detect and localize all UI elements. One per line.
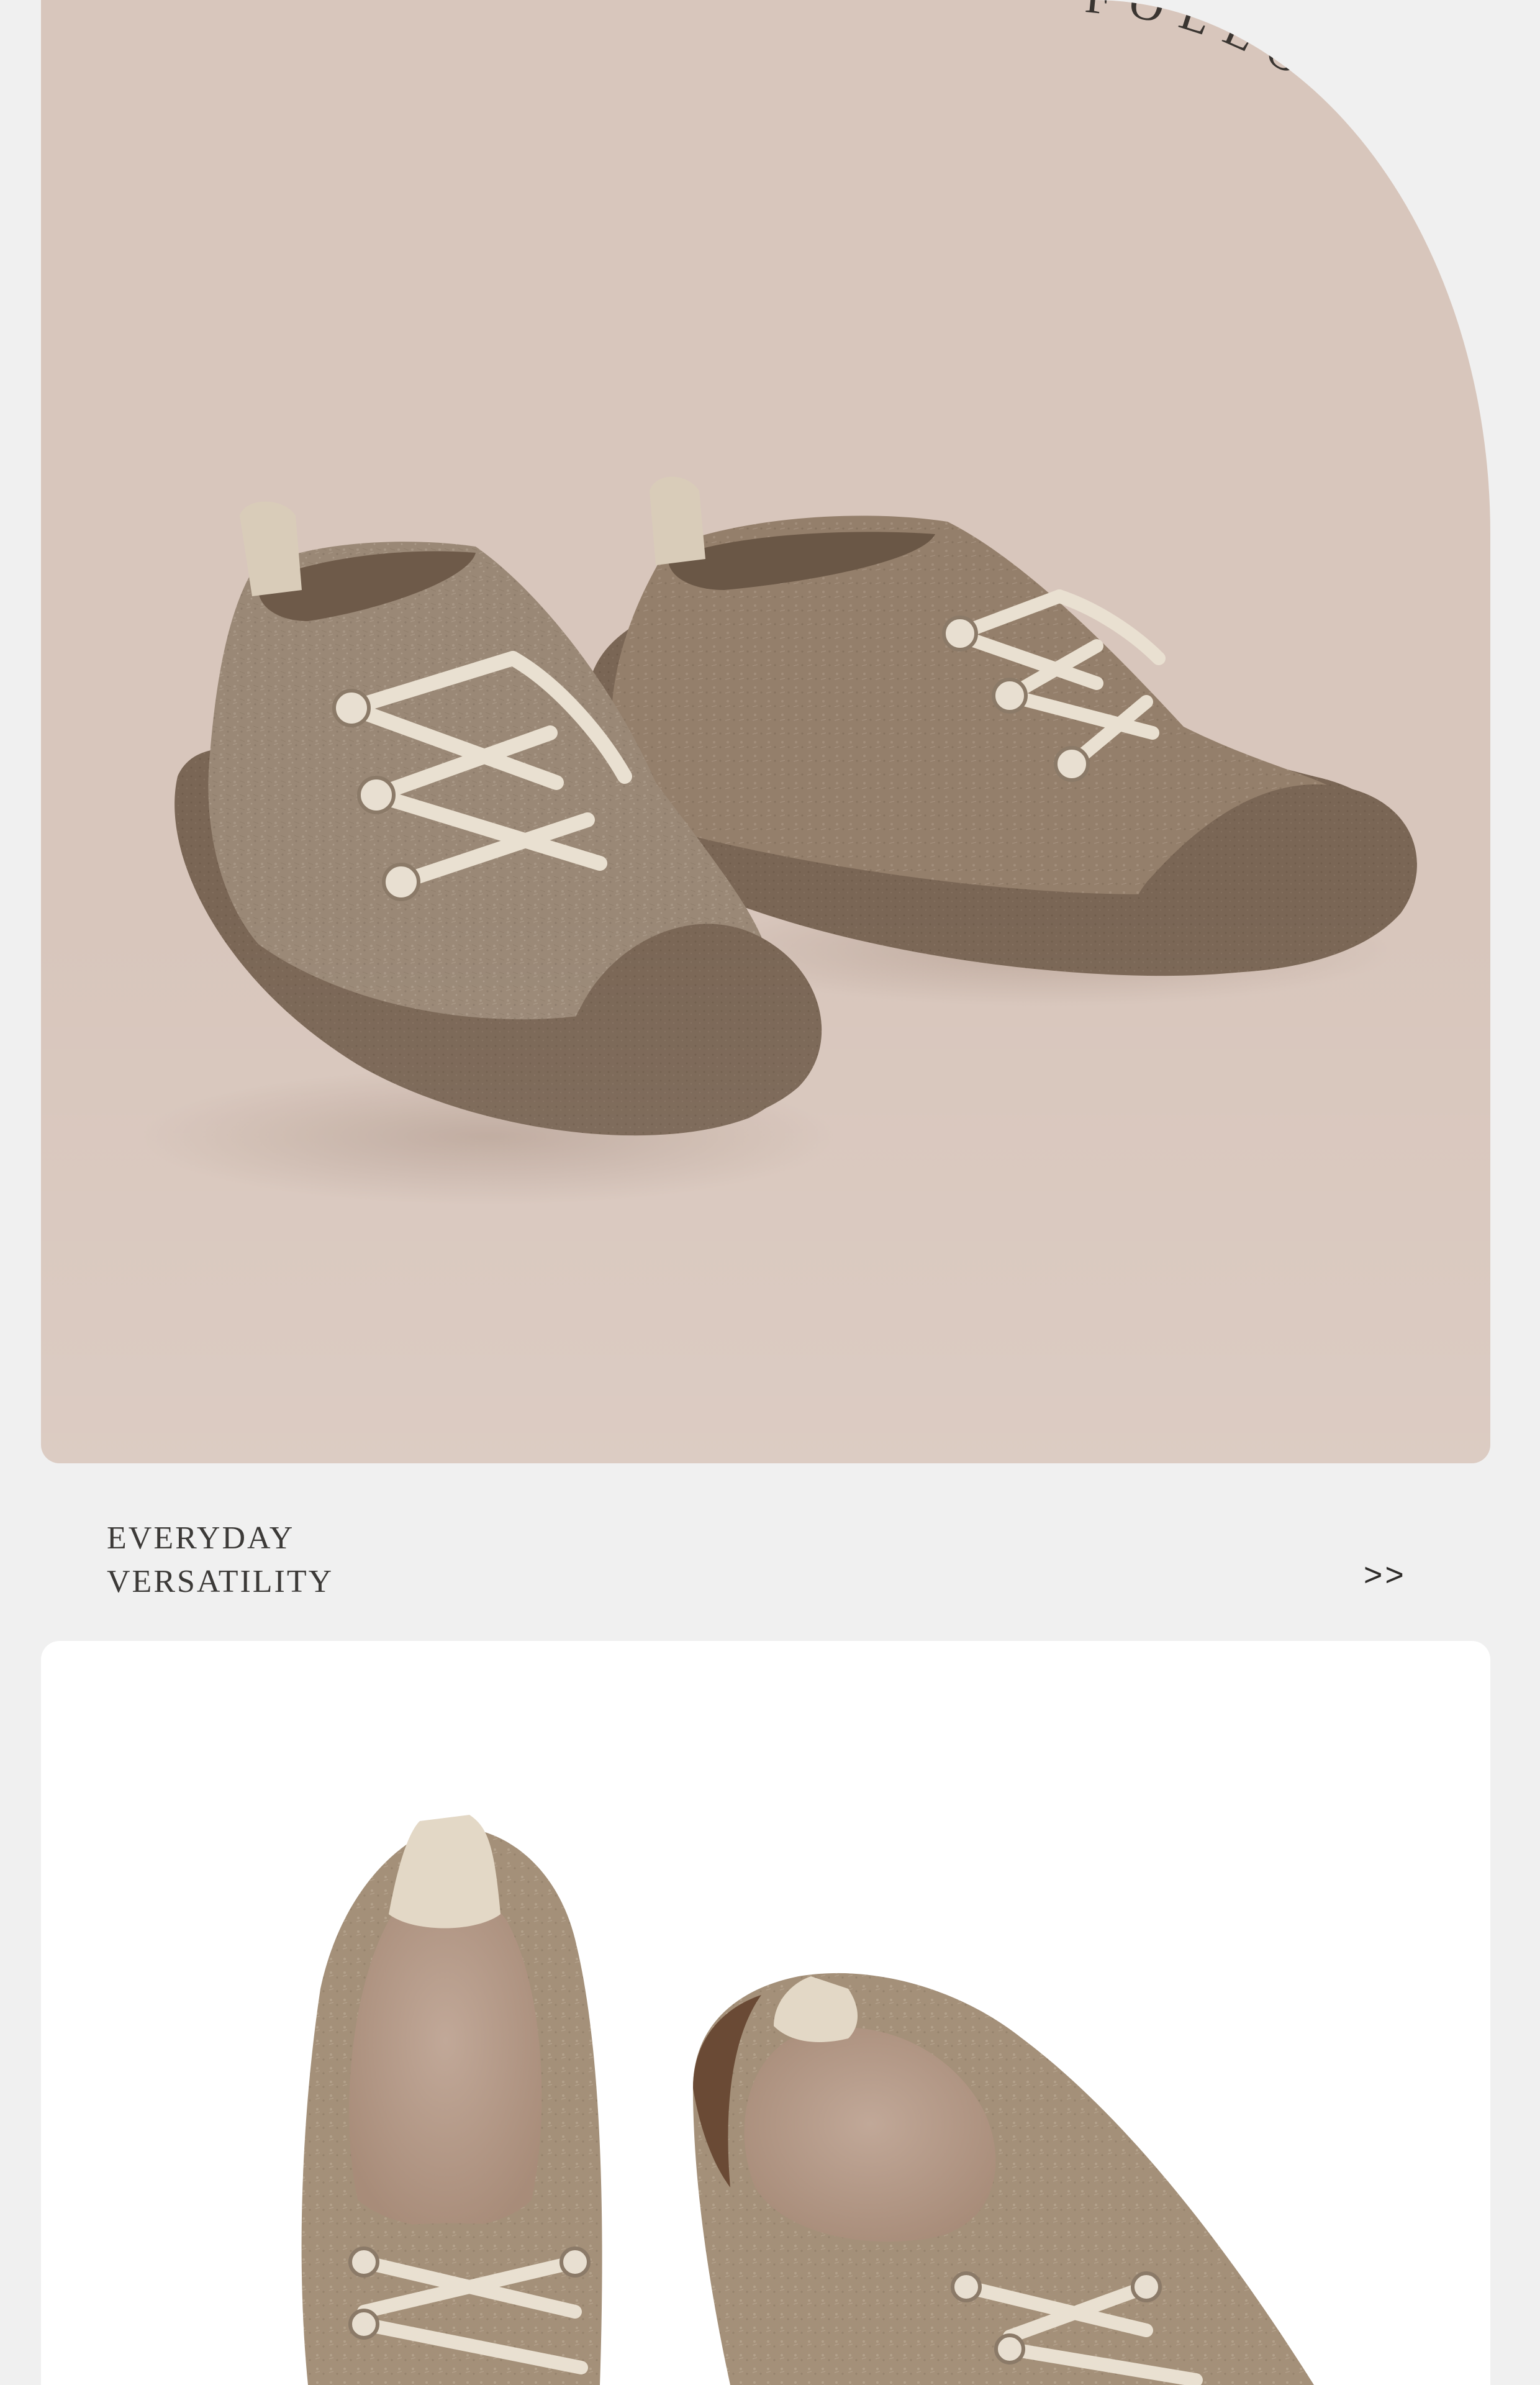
- hero-product-image: FOLLOWME WARM: [41, 0, 1490, 1205]
- section-caption-row: EVERYDAY VERSATILITY >>: [0, 1463, 1540, 1641]
- svg-text:FOLLOWME WARM: FOLLOWME WARM: [41, 0, 1490, 370]
- section-title-line1: EVERYDAY: [107, 1520, 295, 1556]
- hero-image-card: FOLLOWME WARM: [41, 0, 1490, 1463]
- more-arrow-link[interactable]: >>: [1364, 1556, 1406, 1594]
- brand-arc-text: FOLLOWME WARM: [41, 0, 1490, 370]
- detail-image-card: [41, 1641, 1490, 2385]
- section-title-line2: VERSATILITY: [107, 1564, 334, 1599]
- brand-arc-textpath: FOLLOWME WARM: [41, 0, 1490, 370]
- left-shoe-top: [301, 1815, 602, 2385]
- right-shoe-top: [693, 1973, 1314, 2385]
- section-title: EVERYDAY VERSATILITY: [107, 1517, 333, 1604]
- detail-product-image: [301, 1815, 1314, 2385]
- product-detail-page: FOLLOWME WARM EVERYDAY VERSATILITY >>: [0, 0, 1540, 2385]
